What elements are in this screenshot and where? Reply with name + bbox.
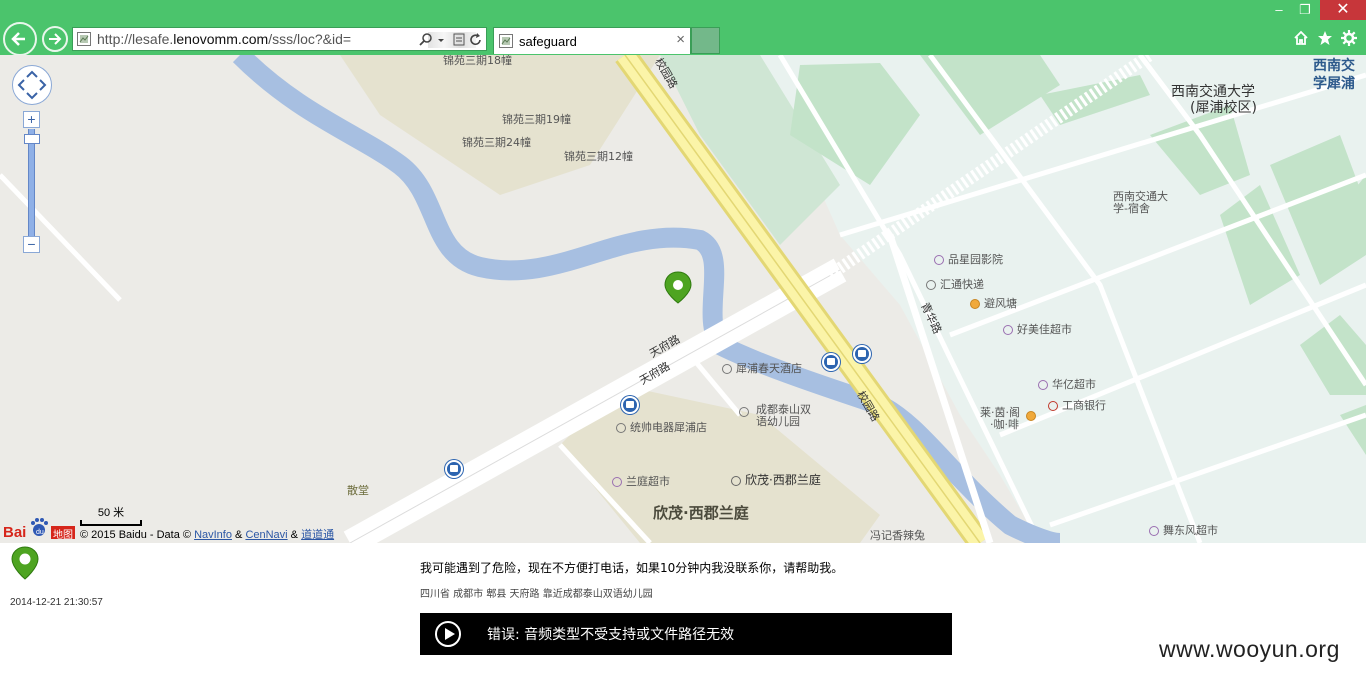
building-icon [731, 475, 741, 486]
map-label: (犀浦校区) [1190, 100, 1257, 116]
poi-wudongfeng[interactable]: 舞东风超市 [1149, 522, 1218, 538]
map-label: 散堂 [347, 484, 369, 497]
shop-icon [1038, 380, 1048, 390]
area-label-xinmao: 欣茂·西郡兰庭 [653, 504, 749, 522]
svg-text:Bai: Bai [3, 524, 26, 541]
bus-stop-icon[interactable] [621, 396, 639, 414]
map-label: 锦苑三期12幢 [564, 150, 633, 163]
shop-icon [612, 477, 622, 487]
refresh-icon[interactable] [468, 32, 484, 48]
map-label: 西南交 [1313, 58, 1355, 74]
home-icon[interactable] [1293, 30, 1309, 46]
browser-chrome: http://lesafe.lenovomm.com/sss/loc?&id= … [0, 0, 1366, 56]
location-marker-icon [11, 546, 39, 580]
arrow-right-icon [49, 33, 62, 45]
address-bar[interactable]: http://lesafe.lenovomm.com/sss/loc?&id= [72, 27, 487, 51]
daodaotong-link[interactable]: 道道通 [301, 529, 334, 541]
cinema-icon [934, 255, 944, 265]
bus-stop-icon[interactable] [853, 345, 871, 363]
dot-icon [616, 423, 626, 433]
map-label: 锦苑三期18幢 [443, 55, 512, 67]
page-favicon-icon [77, 32, 91, 46]
navinfo-link[interactable]: NavInfo [194, 529, 232, 541]
poi-huayi[interactable]: 华亿超市 [1038, 376, 1096, 392]
url-text: http://lesafe.lenovomm.com/sss/loc?&id= [97, 31, 352, 47]
poi-bifengtang[interactable]: 避风塘 [970, 295, 1017, 311]
favorites-star-icon[interactable] [1317, 30, 1333, 46]
cennavi-link[interactable]: CenNavi [245, 529, 287, 541]
tab-title: safeguard [519, 34, 577, 49]
poi-hotel[interactable]: 犀浦春天酒店 [722, 360, 802, 376]
map-label: 学犀浦 [1313, 76, 1355, 92]
location-address: 四川省 成都市 郫县 天府路 靠近成都泰山双语幼儿园 [420, 589, 653, 600]
play-icon[interactable] [435, 621, 461, 647]
new-tab-button[interactable] [691, 27, 720, 54]
pan-arrows-icon [17, 70, 47, 100]
shop-icon [1149, 526, 1159, 536]
cafe-icon [1026, 411, 1036, 421]
gear-icon[interactable] [1341, 30, 1357, 46]
arrow-left-icon [11, 32, 25, 46]
restore-button[interactable]: ❐ [1294, 0, 1316, 20]
poi-label: 学-宿舍 [1113, 202, 1150, 215]
distress-message: 我可能遇到了危险，现在不方便打电话，如果10分钟内我没联系你，请帮助我。 [420, 561, 844, 575]
zoom-slider-handle[interactable] [24, 134, 40, 144]
map-label: 锦苑三期19幢 [502, 113, 571, 126]
tab-close-icon[interactable]: × [676, 32, 685, 48]
map-canvas [0, 55, 1366, 543]
poi-fengji[interactable]: 冯记香辣兔 [870, 527, 925, 543]
player-error-text: 错误: 音频类型不受支持或文件路径无效 [487, 627, 735, 643]
dot-icon [739, 407, 749, 417]
zoom-slider-track[interactable] [28, 129, 35, 236]
bus-stop-icon[interactable] [445, 460, 463, 478]
close-window-button[interactable]: ✕ [1320, 0, 1366, 20]
shop-icon [1003, 325, 1013, 335]
audio-player: 错误: 音频类型不受支持或文件路径无效 [420, 613, 952, 655]
restaurant-icon [970, 299, 980, 309]
map-copyright: © 2015 Baidu - Data © NavInfo & CenNavi … [80, 529, 335, 541]
bus-stop-icon[interactable] [822, 353, 840, 371]
poi-cafe-line2: ·咖·啡 [990, 418, 1019, 431]
poi-xinmao[interactable]: 欣茂·西郡兰庭 [731, 471, 821, 488]
location-pin-icon [664, 271, 692, 304]
map-label: 锦苑三期24幢 [462, 136, 531, 149]
search-icon[interactable] [418, 32, 434, 48]
poi-kindergarten-line2: 语幼儿园 [756, 415, 800, 428]
compat-view-icon[interactable] [452, 32, 466, 48]
tab-safeguard[interactable]: safeguard × [493, 27, 691, 54]
poi-haomeijia[interactable]: 好美佳超市 [1003, 321, 1072, 337]
logo-text: 地图 [53, 530, 73, 541]
tab-favicon-icon [499, 34, 513, 48]
watermark: www.wooyun.org [1159, 636, 1340, 662]
svg-text:du: du [36, 529, 44, 536]
zoom-out-button[interactable]: − [23, 236, 40, 253]
zoom-in-button[interactable]: + [23, 111, 40, 128]
poi-tongshuai[interactable]: 统帅电器犀浦店 [616, 419, 707, 435]
baidu-map-logo: Bai du 地图 [3, 515, 77, 543]
scale-bar: 50 米 [80, 504, 142, 526]
scale-text: 50 米 [97, 507, 125, 519]
bank-icon [1048, 401, 1058, 411]
back-button[interactable] [3, 22, 37, 56]
timestamp: 2014-12-21 21:30:57 [10, 597, 103, 608]
map-pan-control[interactable] [12, 65, 52, 105]
poi-icbc[interactable]: 工商银行 [1048, 397, 1106, 413]
poi-cinema[interactable]: 品星园影院 [934, 251, 1003, 267]
forward-button[interactable] [42, 26, 68, 52]
minimize-button[interactable]: ‒ [1268, 0, 1290, 20]
poi-lanting[interactable]: 兰庭超市 [612, 473, 670, 489]
poi-express[interactable]: 汇通快递 [926, 276, 984, 292]
dropdown-icon[interactable] [436, 32, 446, 48]
dot-icon [926, 280, 936, 290]
map-view[interactable]: 锦苑三期18幢 锦苑三期19幢 锦苑三期24幢 锦苑三期12幢 校园路 校园路 … [0, 55, 1366, 543]
hotel-icon [722, 364, 732, 374]
